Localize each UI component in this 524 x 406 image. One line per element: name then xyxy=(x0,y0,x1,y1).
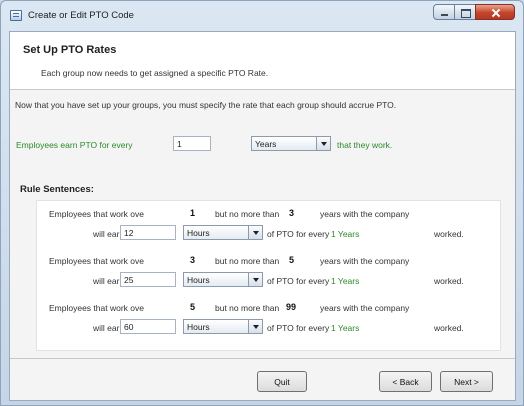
dialog-window: Create or Edit PTO Code Set Up PTO Rates… xyxy=(0,0,524,406)
dropdown-button[interactable] xyxy=(316,137,330,150)
rule-works-over-label: Employees that work ove xyxy=(49,303,144,313)
dialog-client: Set Up PTO Rates Each group now needs to… xyxy=(9,31,516,401)
earn-rate-suffix: that they work. xyxy=(337,140,393,150)
quit-button[interactable]: Quit xyxy=(257,371,307,392)
rule-earn-unit-select[interactable]: Hours xyxy=(183,272,263,287)
rule-from-years: 1 xyxy=(190,208,196,218)
rule-earn-amount-input[interactable]: 25 xyxy=(120,272,176,287)
rule-to-years: 99 xyxy=(286,302,297,312)
window-title: Create or Edit PTO Code xyxy=(28,10,134,21)
rule-works-over-label: Employees that work ove xyxy=(49,256,144,266)
rule-no-more-label: but no more than xyxy=(215,303,280,313)
earn-rate-label: Employees earn PTO for every xyxy=(16,140,133,150)
rule-every-period: 1 Years xyxy=(331,323,360,333)
rule-sentences-heading: Rule Sentences: xyxy=(20,184,94,195)
footer-divider xyxy=(10,358,515,359)
rule-every-period: 1 Years xyxy=(331,276,360,286)
intro-text: Now that you have set up your groups, yo… xyxy=(15,100,397,110)
rule-earn-amount-input[interactable]: 60 xyxy=(120,319,176,334)
rule-of-pto-label: of PTO for every xyxy=(267,323,330,333)
rule-earn-unit-value: Hours xyxy=(187,322,210,332)
page-title: Set Up PTO Rates xyxy=(23,44,117,56)
chevron-down-icon xyxy=(252,230,259,235)
rule-from-years: 3 xyxy=(190,255,196,265)
earn-unit-value: Years xyxy=(255,139,277,149)
rule-earn-unit-value: Hours xyxy=(187,275,210,285)
rule-to-years: 5 xyxy=(289,255,295,265)
app-icon xyxy=(10,10,22,21)
rule-earn-amount-input[interactable]: 12 xyxy=(120,225,176,240)
minimize-button[interactable] xyxy=(433,4,455,20)
next-button[interactable]: Next > xyxy=(440,371,493,392)
chevron-down-icon xyxy=(252,277,259,282)
rule-no-more-label: but no more than xyxy=(215,209,280,219)
back-button[interactable]: < Back xyxy=(379,371,432,392)
rule-worked-label: worked. xyxy=(434,276,464,286)
dropdown-button[interactable] xyxy=(248,320,262,333)
rule-to-years: 3 xyxy=(289,208,295,218)
close-button[interactable] xyxy=(475,4,515,20)
rule-earn-unit-select[interactable]: Hours xyxy=(183,225,263,240)
maximize-button[interactable] xyxy=(454,4,476,20)
window-controls xyxy=(433,4,515,20)
dropdown-button[interactable] xyxy=(248,273,262,286)
rule-every-period: 1 Years xyxy=(331,229,360,239)
rule-years-label: years with the company xyxy=(320,303,410,313)
rule-earn-unit-select[interactable]: Hours xyxy=(183,319,263,334)
rule-worked-label: worked. xyxy=(434,229,464,239)
rule-of-pto-label: of PTO for every xyxy=(267,229,330,239)
rule-sentences-panel: Employees that work ove 1 but no more th… xyxy=(36,200,501,351)
rule-years-label: years with the company xyxy=(320,256,410,266)
title-bar[interactable]: Create or Edit PTO Code xyxy=(1,1,523,31)
rule-from-years: 5 xyxy=(190,302,196,312)
rule-no-more-label: but no more than xyxy=(215,256,280,266)
wizard-header: Set Up PTO Rates Each group now needs to… xyxy=(10,32,515,90)
chevron-down-icon xyxy=(320,141,327,146)
dropdown-button[interactable] xyxy=(248,226,262,239)
rule-of-pto-label: of PTO for every xyxy=(267,276,330,286)
chevron-down-icon xyxy=(252,324,259,329)
rule-worked-label: worked. xyxy=(434,323,464,333)
earn-unit-select[interactable]: Years xyxy=(251,136,331,151)
rule-years-label: years with the company xyxy=(320,209,410,219)
earn-amount-input[interactable]: 1 xyxy=(173,136,211,151)
page-subtitle: Each group now needs to get assigned a s… xyxy=(41,68,269,78)
rule-earn-unit-value: Hours xyxy=(187,228,210,238)
rule-works-over-label: Employees that work ove xyxy=(49,209,144,219)
